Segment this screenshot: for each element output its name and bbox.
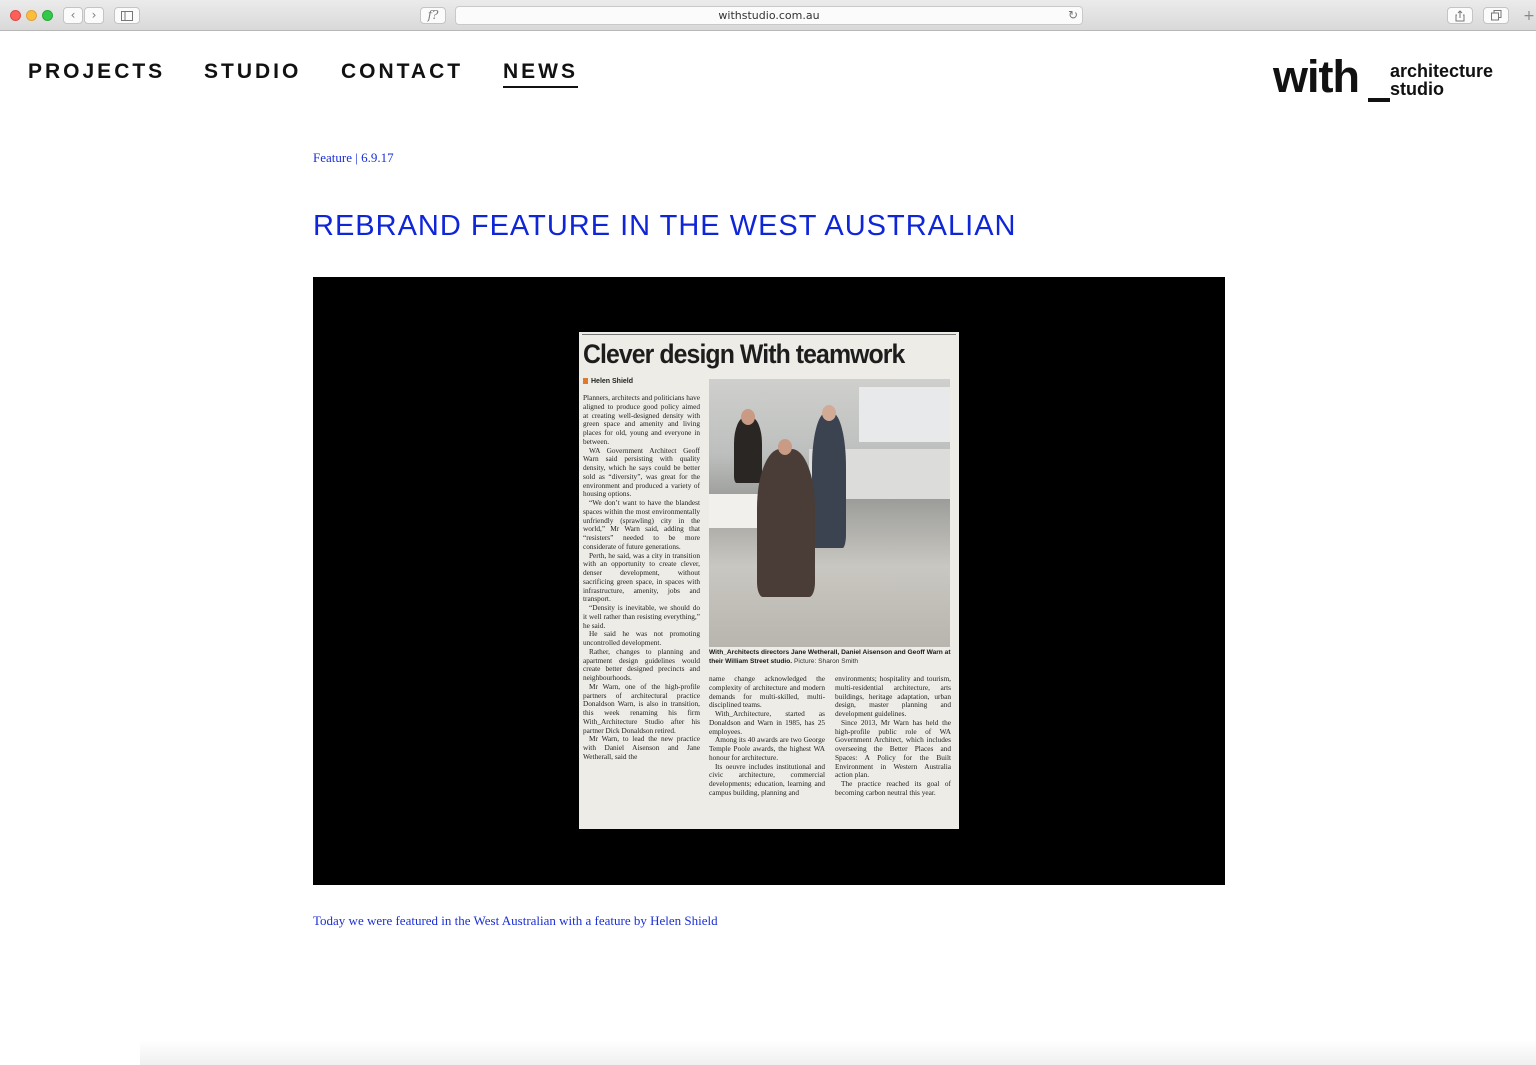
clipping-paragraph: environments; hospitality and tourism, m… <box>835 675 951 718</box>
photo-head-left <box>741 409 755 425</box>
nav-projects[interactable]: PROJECTS <box>28 60 165 84</box>
byline-marker <box>583 378 588 384</box>
clipping-paragraph: “We don’t want to have the blandest spac… <box>583 498 700 551</box>
nav-contact[interactable]: CONTACT <box>341 60 463 84</box>
clipping-byline-text: Helen Shield <box>591 378 634 385</box>
clipping-paragraph: Mr Warn, one of the high-profile partner… <box>583 681 700 735</box>
clipping-column-1: Planners, architects and politicians hav… <box>583 394 700 826</box>
address-bar[interactable]: withstudio.com.au ↻ <box>455 6 1083 25</box>
clipping-paragraph: Its oeuvre includes institutional and ci… <box>709 761 825 797</box>
post-meta[interactable]: Feature | 6.9.17 <box>313 150 394 166</box>
close-window-button[interactable] <box>10 10 21 21</box>
photo-person-left <box>734 417 762 483</box>
logo-underscore <box>1368 98 1390 102</box>
site-logo[interactable]: with architecture studio <box>1273 52 1513 106</box>
photo-head-center <box>778 439 792 455</box>
clipping-paragraph: “Density is inevitable, we should do it … <box>583 603 700 630</box>
clipping-column-3: environments; hospitality and tourism, m… <box>835 675 951 826</box>
minimize-window-button[interactable] <box>26 10 37 21</box>
clipping-paragraph: Planners, architects and politicians hav… <box>583 394 700 446</box>
page-bottom-shadow <box>140 1040 1536 1065</box>
clipping-paragraph: Rather, changes to planning and apartmen… <box>583 646 700 682</box>
clipping-paragraph: With_Architecture, started as Donaldson … <box>709 709 825 736</box>
photo-head-right <box>822 405 836 421</box>
clipping-paragraph: The practice reached its goal of becomin… <box>835 779 951 797</box>
post-intro-text[interactable]: Today we were featured in the West Austr… <box>313 913 718 929</box>
reload-icon[interactable]: ↻ <box>1068 8 1078 22</box>
url-text: withstudio.com.au <box>718 9 820 22</box>
browser-toolbar: ‹ › f? withstudio.com.au ↻ + <box>0 0 1536 31</box>
tabs-overview-button[interactable] <box>1483 7 1509 24</box>
clipping-paragraph: name change acknowledged the complexity … <box>709 675 825 710</box>
logo-line-2: studio <box>1390 79 1444 99</box>
tabs-icon <box>1490 10 1501 21</box>
clipping-byline: Helen Shield <box>583 378 633 385</box>
font-button[interactable]: f? <box>420 7 446 24</box>
caption-credit: Picture: Sharon Smith <box>793 658 859 665</box>
share-icon <box>1455 10 1465 22</box>
clipping-paragraph: He said he was not promoting uncontrolle… <box>583 629 700 647</box>
forward-button[interactable]: › <box>84 7 104 24</box>
nav-news[interactable]: NEWS <box>503 60 578 88</box>
clipping-photo <box>709 379 950 647</box>
new-tab-button[interactable]: + <box>1522 8 1536 31</box>
chevron-right-icon: › <box>91 8 97 22</box>
clipping-paragraph: WA Government Architect Geoff Warn said … <box>583 445 700 499</box>
back-button[interactable]: ‹ <box>63 7 83 24</box>
photo-person-center <box>757 449 815 597</box>
clipping-paragraph: Among its 40 awards are two George Templ… <box>709 735 825 762</box>
chevron-left-icon: ‹ <box>70 8 76 22</box>
newspaper-clipping: Clever design With teamwork Helen Shield… <box>579 332 959 829</box>
clipping-headline: Clever design With teamwork <box>583 339 905 369</box>
photo-person-right <box>812 413 846 548</box>
share-button[interactable] <box>1447 7 1473 24</box>
feature-image-frame: Clever design With teamwork Helen Shield… <box>313 277 1225 885</box>
clipping-paragraph: Mr Warn, to lead the new practice with D… <box>583 734 700 761</box>
sidebar-icon <box>121 11 133 21</box>
logo-line-1: architecture <box>1390 61 1494 81</box>
clipping-top-rule <box>582 334 956 335</box>
logo-wordmark: with <box>1273 51 1360 102</box>
photo-window <box>859 387 950 442</box>
zoom-window-button[interactable] <box>42 10 53 21</box>
clipping-paragraph: Perth, he said, was a city in transition… <box>583 550 700 604</box>
photo-caption: With_Architects directors Jane Wetherall… <box>709 648 953 666</box>
sidebar-toggle-button[interactable] <box>114 7 140 24</box>
nav-studio[interactable]: STUDIO <box>204 60 301 84</box>
post-title: REBRAND FEATURE IN THE WEST AUSTRALIAN <box>313 210 1017 242</box>
clipping-column-2: name change acknowledged the complexity … <box>709 675 825 826</box>
clipping-paragraph: Since 2013, Mr Warn has held the high-pr… <box>835 717 951 780</box>
